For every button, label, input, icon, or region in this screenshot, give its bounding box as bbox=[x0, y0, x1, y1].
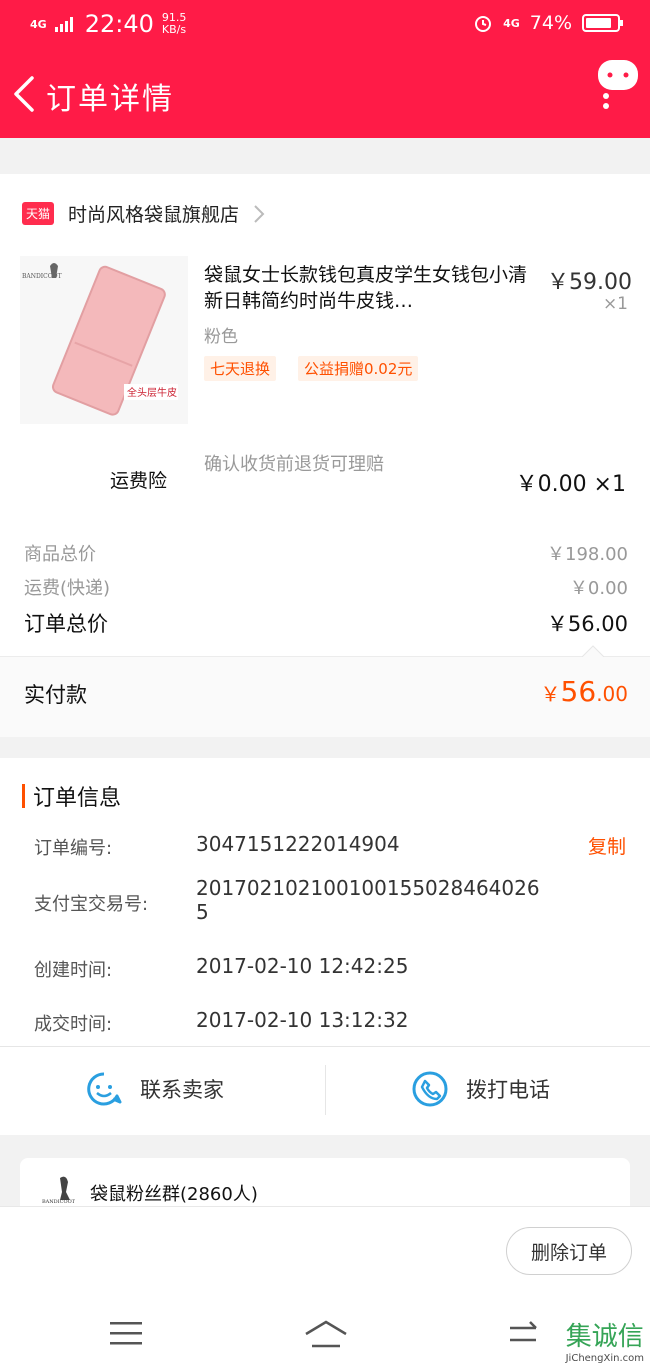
watermark-url: JiChengXin.com bbox=[565, 1353, 644, 1364]
status-bar: 4G 22:40 91.5 KB/s 4G 74% bbox=[0, 0, 650, 50]
paid-integer: 56 bbox=[560, 675, 597, 708]
product-image[interactable]: BANDICOOT 全头层牛皮 bbox=[20, 256, 188, 424]
signal-icon bbox=[54, 17, 73, 32]
delete-order-button[interactable]: 删除订单 bbox=[505, 1227, 632, 1275]
network-indicator: 4G bbox=[30, 17, 47, 31]
tmall-badge: 天猫 bbox=[22, 202, 55, 225]
tag-charity: 公益捐赠0.02元 bbox=[298, 356, 419, 381]
alarm-icon bbox=[475, 16, 492, 32]
phone-icon bbox=[412, 1071, 448, 1107]
product-sku: 粉色 bbox=[204, 327, 238, 347]
network-indicator-right: 4G bbox=[503, 16, 520, 30]
shop-name[interactable]: 时尚风格袋鼠旗舰店 bbox=[68, 200, 239, 227]
paid-label: 实付款 bbox=[24, 683, 87, 707]
order-total-value: ￥56.00 bbox=[546, 612, 628, 636]
section-accent-bar bbox=[22, 784, 25, 808]
paid-amount-box: 实付款 ￥56.00 bbox=[0, 645, 650, 737]
order-info-title: 订单信息 bbox=[22, 780, 121, 812]
status-time: 22:40 bbox=[84, 10, 154, 38]
copy-button[interactable]: 复制 bbox=[588, 832, 626, 859]
alipay-label: 支付宝交易号: bbox=[34, 894, 149, 915]
contact-actions: 联系卖家 拨打电话 bbox=[0, 1046, 650, 1135]
created-time-label: 创建时间: bbox=[34, 960, 113, 981]
caret-up-icon bbox=[582, 645, 604, 657]
bottom-action-bar: 删除订单 bbox=[0, 1206, 650, 1297]
chat-icon bbox=[87, 1072, 122, 1106]
order-total-label: 订单总价 bbox=[24, 612, 108, 636]
call-phone-button[interactable]: 拨打电话 bbox=[412, 1071, 550, 1107]
home-icon[interactable] bbox=[304, 1320, 348, 1348]
product-quantity: ×1 bbox=[602, 294, 628, 314]
goods-total-label: 商品总价 bbox=[24, 544, 96, 565]
insurance-desc: 确认收货前退货可理赔 bbox=[204, 454, 384, 475]
fan-group-name: 袋鼠粉丝群(2860人) bbox=[90, 1184, 258, 1205]
brand-logo-icon: BANDICOOT bbox=[42, 1176, 76, 1204]
shop-header[interactable]: 天猫 时尚风格袋鼠旗舰店 bbox=[22, 200, 265, 227]
paid-amount: ￥56.00 bbox=[541, 675, 628, 708]
goods-total-row: 商品总价 ￥198.00 bbox=[24, 540, 628, 566]
insurance-price: ￥0.00 ×1 bbox=[515, 472, 626, 497]
insurance-label: 运费险 bbox=[110, 470, 168, 492]
shipping-label: 运费(快递) bbox=[24, 578, 111, 599]
order-number-label: 订单编号: bbox=[34, 838, 113, 859]
wallet-illustration: BANDICOOT 全头层牛皮 bbox=[22, 263, 178, 416]
back-nav-icon[interactable] bbox=[506, 1320, 542, 1348]
more-menu-icon[interactable] bbox=[596, 56, 640, 112]
watermark-text: 集诚信 bbox=[565, 1322, 644, 1352]
goods-total-value: ￥198.00 bbox=[547, 544, 628, 565]
watermark: 集诚信 JiChengXin.com bbox=[566, 1316, 644, 1364]
battery-percent: 74% bbox=[529, 12, 572, 34]
image-label: 全头层牛皮 bbox=[127, 386, 177, 399]
deal-time-label: 成交时间: bbox=[34, 1014, 113, 1035]
deal-time-value: 2017-02-10 13:12:32 bbox=[196, 1008, 409, 1032]
product-price: ￥59.00 bbox=[547, 270, 632, 295]
chevron-right-icon bbox=[254, 204, 265, 223]
nav-bar: 订单详情 bbox=[0, 50, 650, 138]
product-title[interactable]: 袋鼠女士长款钱包真皮学生女钱包小清新日韩简约时尚牛皮钱… bbox=[204, 262, 534, 314]
contact-seller-button[interactable]: 联系卖家 bbox=[86, 1071, 224, 1107]
system-nav-bar: 集诚信 JiChengXin.com bbox=[0, 1296, 650, 1372]
order-info-heading: 订单信息 bbox=[33, 786, 122, 811]
battery-icon bbox=[582, 14, 623, 32]
paid-currency: ￥ bbox=[540, 682, 561, 706]
menu-icon[interactable] bbox=[110, 1322, 142, 1346]
shipping-row: 运费(快递) ￥0.00 bbox=[24, 574, 628, 600]
back-arrow-icon[interactable] bbox=[10, 74, 40, 114]
svg-text:BANDICOOT: BANDICOOT bbox=[42, 1199, 76, 1204]
page-title: 订单详情 bbox=[46, 82, 174, 117]
tag-seven-day-return: 七天退换 bbox=[204, 356, 277, 381]
shipping-value: ￥0.00 bbox=[569, 578, 628, 599]
order-total-row: 订单总价 ￥56.00 bbox=[24, 608, 628, 638]
paid-decimal: .00 bbox=[596, 682, 628, 706]
alipay-value: 2017021021001001550284640265 bbox=[196, 876, 540, 924]
created-time-value: 2017-02-10 12:42:25 bbox=[196, 954, 409, 978]
contact-seller-label: 联系卖家 bbox=[140, 1078, 224, 1102]
order-number-value: 3047151222014904 bbox=[196, 832, 400, 856]
network-speed: 91.5 KB/s bbox=[162, 12, 187, 36]
call-phone-label: 拨打电话 bbox=[466, 1078, 550, 1102]
speed-unit: KB/s bbox=[161, 23, 187, 36]
action-divider bbox=[325, 1065, 326, 1115]
